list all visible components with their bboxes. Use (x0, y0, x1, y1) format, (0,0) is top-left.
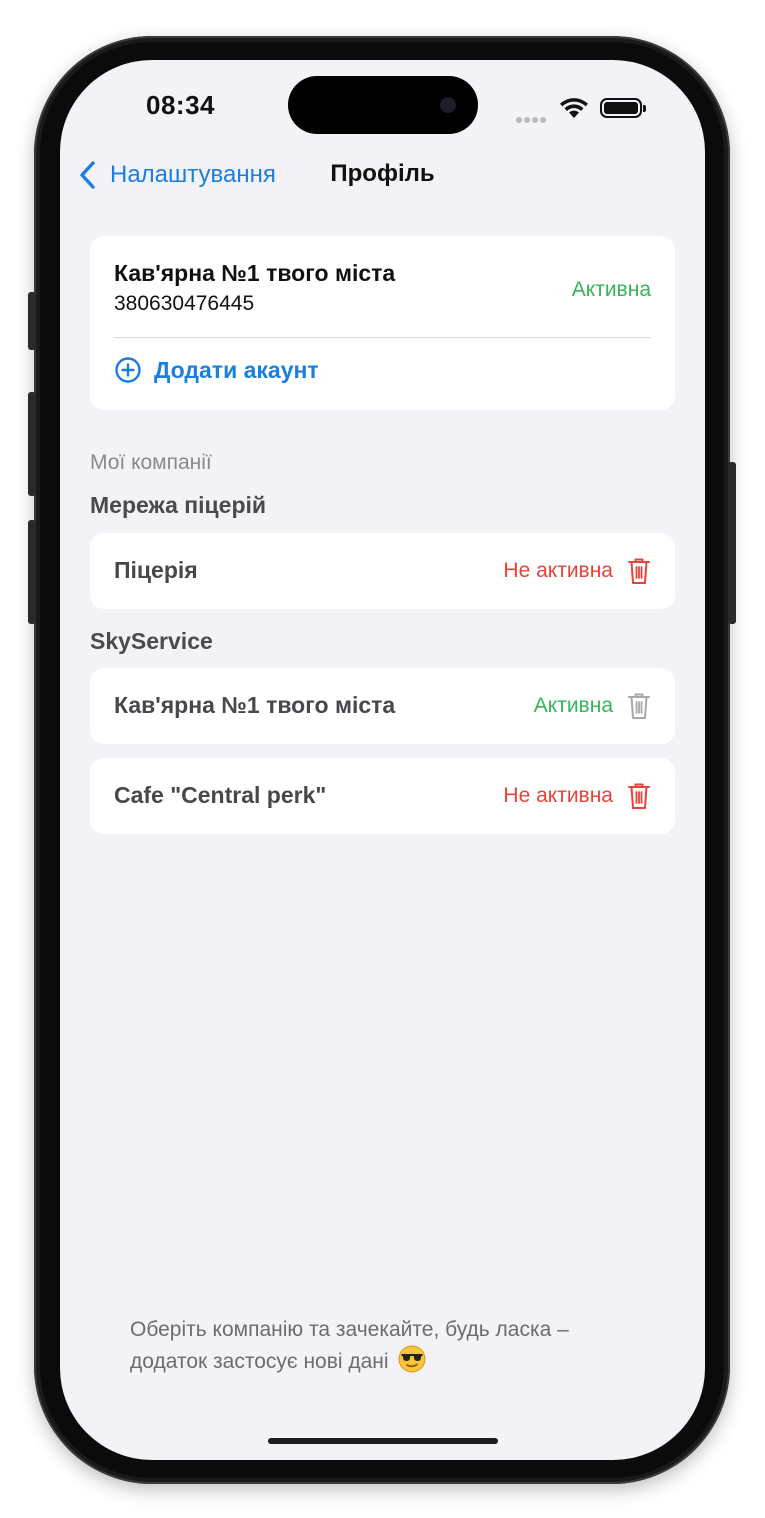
home-indicator[interactable] (268, 1438, 498, 1444)
footer-hint-line-row: додаток застосує нові дані (130, 1345, 650, 1377)
volume-down-button (28, 520, 36, 624)
footer-hint-line: додаток застосує нові дані (130, 1350, 389, 1373)
volume-up-button (28, 392, 36, 496)
wifi-icon (560, 98, 588, 118)
action-button (28, 292, 36, 350)
page-title: Профіль (330, 160, 435, 187)
sunglasses-emoji-icon (398, 1345, 426, 1373)
group-header: Мережа піцерій (90, 492, 267, 518)
account-card[interactable]: Кав'ярна №1 твого міста 380630476445 Акт… (90, 236, 675, 410)
footer-hint: Оберіть компанію та зачекайте, будь ласк… (130, 1314, 650, 1377)
company-status-badge: Активна (533, 694, 613, 717)
account-phone: 380630476445 (114, 292, 255, 315)
power-button (728, 462, 736, 624)
front-camera (440, 97, 456, 113)
company-row[interactable]: Піцерія Не активна (90, 533, 675, 609)
company-name: Кав'ярна №1 твого міста (114, 692, 396, 718)
company-name: Піцерія (114, 557, 198, 583)
account-name: Кав'ярна №1 твого міста (114, 260, 396, 286)
trash-icon[interactable] (627, 782, 651, 810)
trash-icon[interactable] (627, 557, 651, 585)
account-status-badge: Активна (571, 278, 651, 301)
company-row[interactable]: Cafe "Central perk" Не активна (90, 758, 675, 834)
add-account-label: Додати акаунт (154, 356, 319, 383)
section-caption: Мої компанії (90, 451, 212, 474)
trash-icon (628, 693, 650, 719)
add-account-button[interactable]: Додати акаунт (114, 356, 319, 384)
footer-hint-line: Оберіть компанію та зачекайте, будь ласк… (130, 1318, 569, 1341)
group-header: SkyService (90, 628, 213, 654)
status-time: 08:34 (146, 90, 215, 120)
company-status-badge: Не активна (503, 559, 613, 582)
divider (114, 337, 651, 338)
battery-icon (600, 98, 646, 118)
screen: 08:34 Налаштування Профіль Кав'ярна №1 т… (60, 60, 705, 1460)
signal-icon (516, 110, 548, 128)
dynamic-island (288, 76, 478, 134)
company-name: Cafe "Central perk" (114, 782, 327, 808)
company-status-badge: Не активна (503, 784, 613, 807)
plus-circle-icon (115, 357, 141, 383)
company-row[interactable]: Кав'ярна №1 твого міста Активна (90, 668, 675, 744)
